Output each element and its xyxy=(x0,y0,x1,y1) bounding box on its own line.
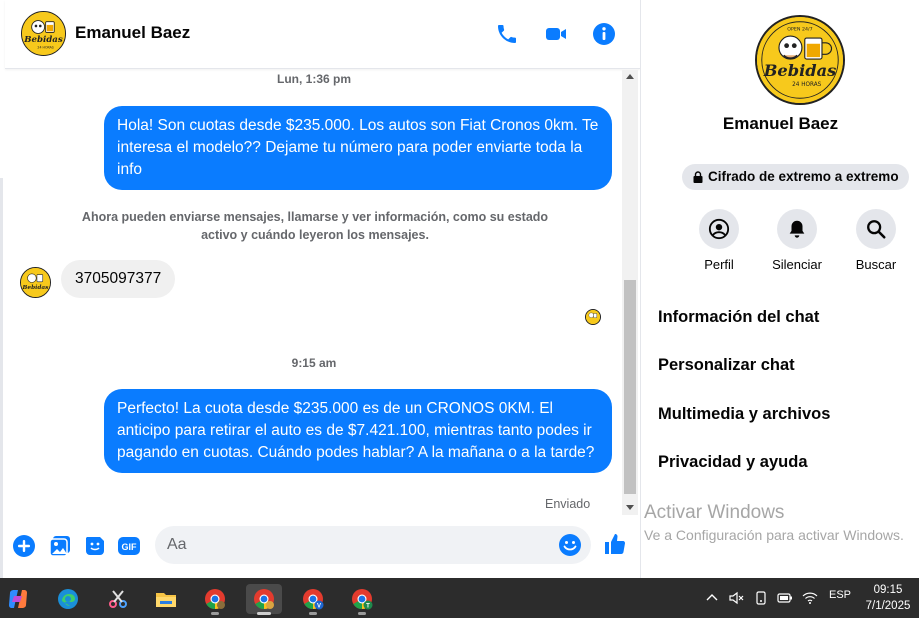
phone-icon[interactable] xyxy=(495,22,519,46)
timestamp: 9:15 am xyxy=(291,356,337,370)
encryption-badge[interactable]: Cifrado de extremo a extremo xyxy=(682,164,909,190)
connection-notice: Ahora pueden enviarse mensajes, llamarse… xyxy=(81,210,549,242)
copilot-icon[interactable] xyxy=(0,584,36,614)
bebidas-logo-icon: Bebidas xyxy=(21,268,50,297)
bebidas-logo-icon xyxy=(586,310,600,324)
bell-icon xyxy=(789,220,805,238)
message-input[interactable] xyxy=(155,526,591,564)
svg-text:Bebidas: Bebidas xyxy=(22,285,50,291)
gif-icon[interactable]: GIF xyxy=(117,534,141,558)
wifi-icon[interactable] xyxy=(802,590,818,606)
contact-name[interactable]: Emanuel Baez xyxy=(75,23,190,43)
user-circle-icon xyxy=(708,218,730,240)
thumbs-up-icon[interactable] xyxy=(603,532,627,556)
gallery-icon[interactable] xyxy=(48,534,72,558)
chrome-profile-t-icon[interactable]: T xyxy=(344,584,380,615)
messenger-app: Bebidas 24 HORAS Emanuel Baez Lun, 1:36 … xyxy=(0,0,919,578)
chat-details-panel: OPEN 24/7 Bebidas 24 HORAS Emanuel Baez … xyxy=(640,0,919,578)
message-scrollbar[interactable] xyxy=(622,70,638,515)
profile-action[interactable]: Perfil xyxy=(679,209,759,272)
active-indicator xyxy=(257,612,271,615)
left-edge-divider xyxy=(0,178,3,578)
windows-taskbar: V T ESP 09:15 7/1/2025 xyxy=(0,578,919,618)
sender-avatar[interactable]: Bebidas xyxy=(20,267,51,298)
mute-label: Silenciar xyxy=(772,257,822,272)
menu-chat-info[interactable]: Información del chat xyxy=(658,308,819,327)
svg-text:OPEN 24/7: OPEN 24/7 xyxy=(787,26,812,32)
scrollbar-thumb[interactable] xyxy=(624,280,636,494)
encryption-label: Cifrado de extremo a extremo xyxy=(708,169,899,184)
svg-text:24 HORAS: 24 HORAS xyxy=(792,82,822,88)
incoming-message[interactable]: 3705097377 xyxy=(61,260,176,298)
menu-media-files[interactable]: Multimedia y archivos xyxy=(658,405,830,424)
edge-icon[interactable] xyxy=(50,584,86,614)
bebidas-logo-icon: OPEN 24/7 Bebidas 24 HORAS xyxy=(757,17,843,103)
profile-button[interactable] xyxy=(699,209,739,249)
mute-action[interactable]: Silenciar xyxy=(757,209,837,272)
running-indicator xyxy=(309,612,317,615)
plus-circle-icon[interactable] xyxy=(12,534,36,558)
chrome-profile-v-icon[interactable]: V xyxy=(295,584,331,615)
activation-watermark-title: Activar Windows xyxy=(644,502,785,523)
video-camera-icon[interactable] xyxy=(544,22,568,46)
running-indicator xyxy=(211,612,219,615)
device-icon[interactable] xyxy=(753,590,769,606)
contact-profile-picture[interactable]: OPEN 24/7 Bebidas 24 HORAS xyxy=(755,15,845,105)
read-receipt-avatar xyxy=(585,309,601,325)
chat-header: Bebidas 24 HORAS Emanuel Baez xyxy=(5,0,640,69)
scroll-up-arrow-icon[interactable] xyxy=(626,74,634,79)
sticker-icon[interactable] xyxy=(83,534,107,558)
svg-text:GIF: GIF xyxy=(122,542,138,552)
file-explorer-icon[interactable] xyxy=(148,584,184,614)
mute-button[interactable] xyxy=(777,209,817,249)
chrome-icon[interactable] xyxy=(197,584,233,615)
contact-avatar[interactable]: Bebidas 24 HORAS xyxy=(21,11,66,56)
svg-text:T: T xyxy=(366,604,370,610)
search-icon xyxy=(867,220,886,239)
running-indicator xyxy=(358,612,366,615)
bebidas-logo-icon: Bebidas 24 HORAS xyxy=(22,12,65,55)
message-composer: GIF xyxy=(5,520,640,572)
outgoing-message[interactable]: Hola! Son cuotas desde $235.000. Los aut… xyxy=(104,106,612,190)
svg-text:V: V xyxy=(317,604,321,610)
panel-contact-name: Emanuel Baez xyxy=(722,114,839,133)
scroll-down-arrow-icon[interactable] xyxy=(626,505,634,510)
profile-label: Perfil xyxy=(704,257,734,272)
chevron-up-icon[interactable] xyxy=(704,590,720,606)
snipping-tool-icon[interactable] xyxy=(100,584,136,614)
search-action[interactable]: Buscar xyxy=(836,209,916,272)
chat-window: Bebidas 24 HORAS Emanuel Baez Lun, 1:36 … xyxy=(5,0,640,578)
info-icon[interactable] xyxy=(592,22,616,46)
svg-text:Bebidas: Bebidas xyxy=(763,61,837,80)
clock-time: 09:15 xyxy=(873,584,903,596)
delivery-status: Enviado xyxy=(545,497,591,511)
svg-text:Bebidas: Bebidas xyxy=(23,35,63,45)
emoji-icon[interactable] xyxy=(558,533,582,557)
activation-watermark-subtitle: Ve a Configuración para activar Windows. xyxy=(644,527,904,543)
timestamp: Lun, 1:36 pm xyxy=(276,72,351,86)
chrome-icon-active[interactable] xyxy=(246,584,282,615)
speaker-muted-icon[interactable] xyxy=(728,590,744,606)
search-label: Buscar xyxy=(855,257,897,272)
system-clock[interactable]: 09:15 7/1/2025 xyxy=(862,582,914,614)
search-button[interactable] xyxy=(856,209,896,249)
menu-privacy-help[interactable]: Privacidad y ayuda xyxy=(658,453,808,472)
outgoing-message[interactable]: Perfecto! La cuota desde $235.000 es de … xyxy=(104,389,612,473)
input-language[interactable]: ESP xyxy=(829,589,851,601)
menu-customize-chat[interactable]: Personalizar chat xyxy=(658,356,795,375)
battery-icon[interactable] xyxy=(777,590,793,606)
lock-icon xyxy=(693,171,703,183)
message-list: Lun, 1:36 pm Hola! Son cuotas desde $235… xyxy=(5,70,623,515)
clock-date: 7/1/2025 xyxy=(865,600,911,612)
svg-text:24 HORAS: 24 HORAS xyxy=(37,46,53,50)
